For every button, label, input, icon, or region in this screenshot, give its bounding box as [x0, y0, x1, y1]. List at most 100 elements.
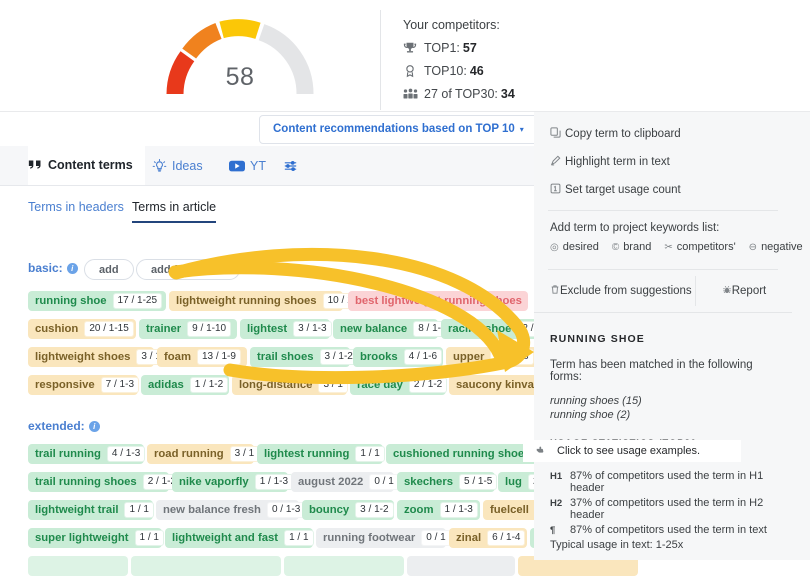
set-target-usage-count-action[interactable]: Set target usage count [534, 176, 792, 204]
keyword-type-desired[interactable]: ◎ desired [550, 241, 599, 253]
term-chip-label: running shoe [35, 295, 107, 307]
usage-stat-h1: H1 87% of competitors used the term in H… [550, 470, 776, 494]
term-chip-label: fuelcell [490, 504, 529, 516]
sub-tab-terms-in-article[interactable]: Terms in article [132, 200, 217, 223]
exclude-label: Exclude from suggestions [560, 285, 692, 297]
term-chip[interactable]: august 2022 0 / 1 [291, 472, 399, 492]
term-chip-count: 13 / 1-9 [197, 349, 241, 365]
keyword-type-negative[interactable]: ⊖ negative [749, 241, 803, 253]
exclude-from-suggestions-button[interactable]: Exclude from suggestions [534, 276, 695, 306]
term-chip[interactable]: lightweight shoes 3 / 1 [28, 347, 166, 367]
term-chip-label: skechers [404, 476, 453, 488]
term-chip[interactable]: bouncy 3 / 1-2 [302, 500, 394, 520]
highlight-term-in-text-action[interactable]: Highlight term in text [534, 148, 792, 176]
info-icon[interactable]: i [66, 263, 78, 274]
term-chip[interactable]: long-distance 3 / 1 [232, 375, 348, 395]
term-chip[interactable] [284, 556, 404, 576]
action-label: Set target usage count [565, 184, 681, 196]
keyword-type-competitors[interactable]: ✂ competitors' [664, 241, 735, 253]
tab-youtube[interactable]: YT [229, 146, 266, 185]
term-chip[interactable]: foam 13 / 1-9 [157, 347, 247, 367]
term-chip[interactable]: trail shoes 3 / 1-2 [250, 347, 358, 367]
term-chip-label: racing shoe [448, 323, 512, 335]
term-chip[interactable]: skechers 5 / 1-5 [397, 472, 498, 492]
term-chip[interactable]: new balance 8 / 1-8 [333, 319, 452, 339]
term-chip[interactable]: running footwear 0 / 1 [316, 528, 451, 548]
term-chip[interactable]: lightweight running shoes 10 / 1-7 [169, 291, 367, 311]
term-detail-title: RUNNING SHOE [550, 333, 645, 345]
keyword-type-label: competitors' [676, 241, 736, 253]
term-chip-count: 0 / 1-3 [266, 502, 306, 518]
term-chip-count: 1 / 1 [355, 446, 385, 462]
term-chip-label: new balance fresh [163, 504, 261, 516]
term-chip[interactable]: nike vaporfly 1 / 1-3 [172, 472, 294, 492]
term-chip[interactable]: road running 3 / 1 [147, 444, 260, 464]
term-chip[interactable]: trail running 4 / 1-3 [28, 444, 146, 464]
term-chip[interactable]: best lightweight running shoes [348, 291, 528, 311]
click-usage-examples-hint[interactable]: Click to see usage examples. [523, 440, 741, 462]
tab-content-terms[interactable]: Content terms [28, 146, 145, 185]
term-chip[interactable]: zoom 1 / 1-3 [397, 500, 480, 520]
tab-ideas[interactable]: Ideas [152, 146, 203, 185]
copy-term-to-clipboard-action[interactable]: Copy term to clipboard [534, 120, 792, 148]
term-chip-label: lightest [247, 323, 288, 335]
term-chip[interactable]: lightweight and fast 1 / 1 [165, 528, 314, 548]
term-chip[interactable]: new balance fresh 0 / 1-3 [156, 500, 306, 520]
competitor-row-top10: TOP10: 46 [403, 64, 590, 78]
term-chip-label: trainer [146, 323, 182, 335]
term-chip-label: bouncy [309, 504, 350, 516]
term-chip[interactable]: adidas 1 / 1-2 [141, 375, 229, 395]
stat-text: 87% of competitors used the term in H1 h… [570, 470, 764, 494]
term-chip-label: running footwear [323, 532, 416, 544]
highlight-pen-icon [550, 155, 565, 169]
top-summary: 58 Your competitors: TOP1: 57 TOP10: 46 … [0, 0, 810, 112]
term-chip-count: 11 / 1-8 [490, 349, 534, 365]
term-chip[interactable] [407, 556, 515, 576]
stat-text: 37% of competitors used the term in H2 h… [570, 497, 764, 521]
term-chip-label: cushion [35, 323, 79, 335]
matched-form: running shoe (2) [550, 409, 631, 421]
typical-usage-text: Typical usage in text: 1-25x [550, 539, 684, 551]
term-chip[interactable]: super lightweight 1 / 1 [28, 528, 164, 548]
tab-filters[interactable] [283, 146, 303, 185]
term-chip[interactable]: zinal 6 / 1-4 [449, 528, 527, 548]
report-button[interactable]: Report [695, 276, 792, 306]
competitor-value: 34 [500, 87, 515, 101]
term-chip-count: 5 / 1-5 [459, 474, 498, 490]
info-icon[interactable]: i [88, 421, 100, 432]
term-chip-count: 20 / 1-15 [84, 321, 134, 337]
term-chip-label: cushioned running shoes [393, 448, 531, 460]
sub-tab-terms-in-headers[interactable]: Terms in headers [28, 200, 124, 214]
term-chip[interactable]: lightest 3 / 1-3 [240, 319, 332, 339]
exclude-report-row: Exclude from suggestions Report [534, 276, 792, 306]
stat-tag: ¶ [550, 525, 556, 536]
term-chip-label-emphasis: shoes [97, 351, 131, 363]
add-term-button[interactable]: add [84, 259, 134, 280]
pointer-hand-icon [535, 444, 557, 458]
term-chip-label: upper [453, 351, 485, 363]
action-label: Highlight term in text [565, 156, 670, 168]
term-chip[interactable] [131, 556, 281, 576]
term-chip[interactable]: lightest running 1 / 1 [257, 444, 385, 464]
extended-group-label: extended: [28, 419, 85, 433]
keyword-type-brand[interactable]: © brand [612, 241, 652, 253]
term-chip[interactable]: trail running shoes 2 / 1-2 [28, 472, 182, 492]
term-chip[interactable]: racing shoe2 / 1-2 [441, 319, 556, 339]
usage-stat-text: ¶ 87% of competitors used the term in te… [550, 524, 776, 536]
brand-icon: © [611, 241, 620, 253]
term-chip[interactable]: upper 11 / 1-8 [446, 347, 539, 367]
term-chip[interactable]: running shoe 17 / 1-25 [28, 291, 166, 311]
term-chip-count: 1 / 1 [284, 530, 314, 546]
term-chip[interactable]: race day 2 / 1-2 [350, 375, 448, 395]
term-chip[interactable]: lightweight trail 1 / 1 [28, 500, 154, 520]
term-chip[interactable]: responsive 7 / 1-3 [28, 375, 140, 395]
content-recommendations-dropdown[interactable]: Content recommendations based on TOP 10 ▾ [259, 115, 538, 144]
term-chip-count: 2 / 1-2 [408, 377, 448, 393]
term-chip[interactable]: cushion 20 / 1-15 [28, 319, 136, 339]
term-chip[interactable] [28, 556, 128, 576]
term-chip[interactable]: brooks 4 / 1-6 [353, 347, 443, 367]
add-from-gsc-button[interactable]: add from GSC [136, 259, 240, 280]
term-chip-label: adidas [148, 379, 184, 391]
term-chip[interactable]: trainer 9 / 1-10 [139, 319, 237, 339]
competitor-row-top1: TOP1: 57 [403, 41, 590, 55]
